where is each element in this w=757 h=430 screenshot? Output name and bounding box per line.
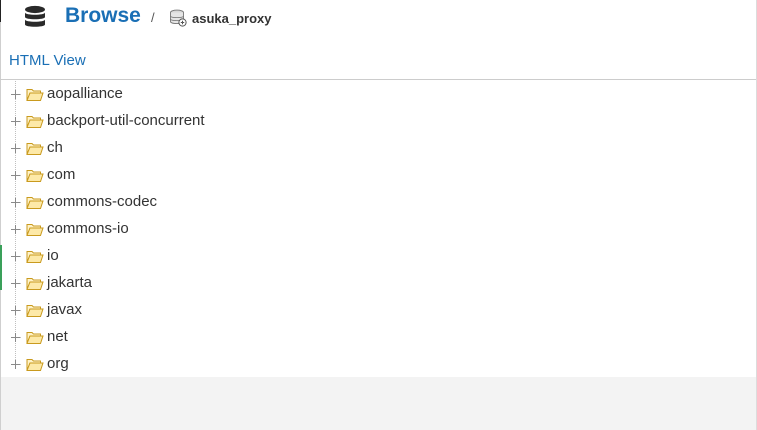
repository-name: asuka_proxy xyxy=(192,11,272,26)
folder-open-icon xyxy=(26,197,44,209)
tree-node[interactable]: commons-codec xyxy=(0,189,400,216)
plus-expander-icon[interactable] xyxy=(10,278,21,289)
folder-open-icon xyxy=(26,305,44,317)
plus-expander-icon[interactable] xyxy=(10,224,21,235)
repository-icon xyxy=(170,9,187,27)
folder-open-icon xyxy=(26,251,44,263)
tree-node-label[interactable]: backport-util-concurrent xyxy=(47,112,205,129)
tree-node-label[interactable]: aopalliance xyxy=(47,85,123,102)
tree-node[interactable]: commons-io xyxy=(0,216,400,243)
folder-open-icon xyxy=(26,359,44,371)
database-icon xyxy=(25,5,45,27)
header-divider xyxy=(0,79,756,80)
tree-node[interactable]: org xyxy=(0,351,400,378)
tree-node[interactable]: net xyxy=(0,324,400,351)
plus-expander-icon[interactable] xyxy=(10,251,21,262)
plus-expander-icon[interactable] xyxy=(10,197,21,208)
folder-open-icon xyxy=(26,116,44,128)
folder-open-icon xyxy=(26,89,44,101)
plus-expander-icon[interactable] xyxy=(10,332,21,343)
folder-open-icon xyxy=(26,170,44,182)
plus-expander-icon[interactable] xyxy=(10,359,21,370)
tree-node-label[interactable]: jakarta xyxy=(47,274,92,291)
tree-node-label[interactable]: ch xyxy=(47,139,63,156)
tree-node[interactable]: backport-util-concurrent xyxy=(0,108,400,135)
tree-node[interactable]: javax xyxy=(0,297,400,324)
tree-node-label[interactable]: io xyxy=(47,247,59,264)
plus-expander-icon[interactable] xyxy=(10,116,21,127)
folder-open-icon xyxy=(26,332,44,344)
tree-node[interactable]: ch xyxy=(0,135,400,162)
tree-node[interactable]: io xyxy=(0,243,400,270)
tree-node-label[interactable]: org xyxy=(47,355,69,372)
tree-node-label[interactable]: com xyxy=(47,166,75,183)
tree-node-label[interactable]: commons-io xyxy=(47,220,129,237)
tree-node-label[interactable]: commons-codec xyxy=(47,193,157,210)
tree-node[interactable]: aopalliance xyxy=(0,81,400,108)
tree-node-label[interactable]: javax xyxy=(47,301,82,318)
folder-open-icon xyxy=(26,278,44,290)
page-title[interactable]: Browse xyxy=(65,4,141,28)
plus-expander-icon[interactable] xyxy=(10,143,21,154)
plus-expander-icon[interactable] xyxy=(10,170,21,181)
tree-node[interactable]: com xyxy=(0,162,400,189)
breadcrumb: Browse / asuka_proxy xyxy=(0,0,756,36)
folder-open-icon xyxy=(26,143,44,155)
plus-expander-icon[interactable] xyxy=(10,89,21,100)
html-view-link[interactable]: HTML View xyxy=(9,52,86,69)
tree-node[interactable]: jakarta xyxy=(0,270,400,297)
breadcrumb-separator: / xyxy=(151,10,155,25)
folder-open-icon xyxy=(26,224,44,236)
tree-node-label[interactable]: net xyxy=(47,328,68,345)
plus-expander-icon[interactable] xyxy=(10,305,21,316)
